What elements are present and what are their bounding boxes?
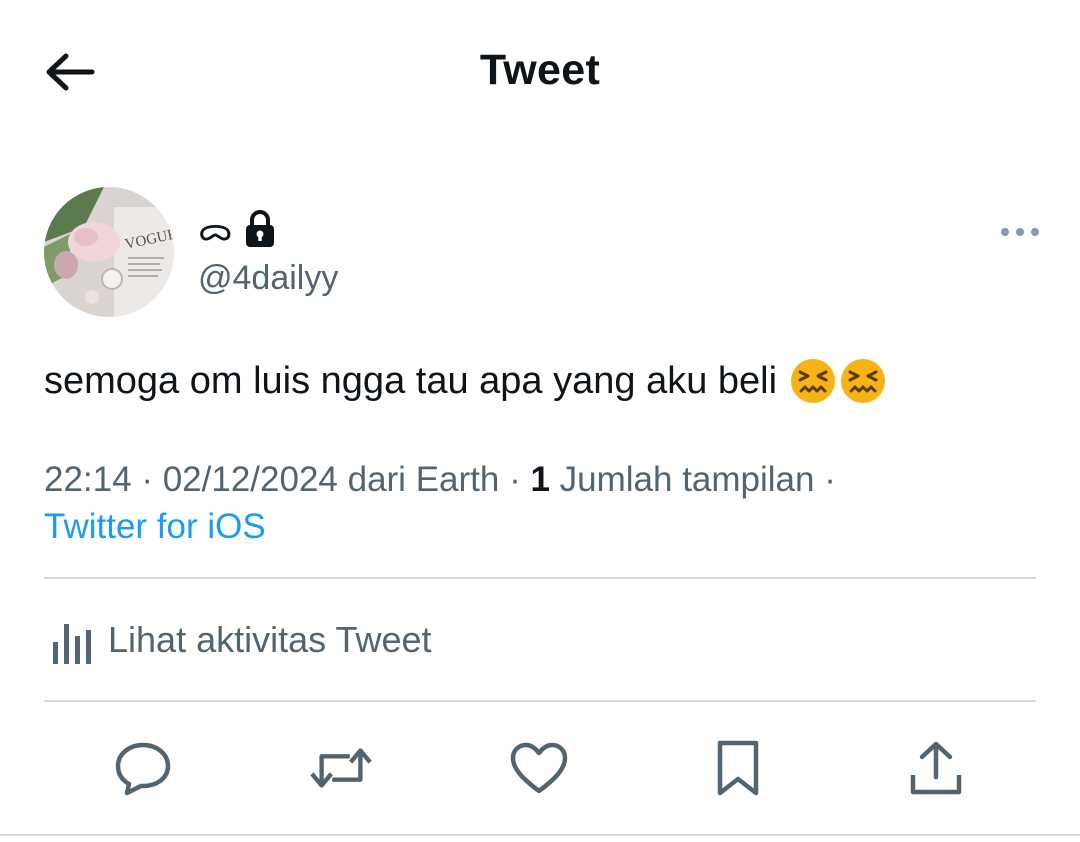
lock-icon bbox=[245, 210, 274, 247]
tweet-time[interactable]: 22:14 bbox=[44, 460, 132, 499]
more-dots-icon bbox=[1001, 228, 1039, 236]
confounded-face-emoji bbox=[791, 359, 836, 403]
share-icon bbox=[910, 741, 962, 795]
top-bar: Tweet bbox=[0, 0, 1080, 150]
bookmark-button[interactable] bbox=[706, 736, 770, 800]
separator: · bbox=[131, 460, 163, 499]
divider bbox=[44, 577, 1036, 579]
avatar-photo: VOGUE bbox=[44, 187, 174, 317]
handle[interactable]: @4dailyy bbox=[198, 259, 338, 298]
reply-button[interactable] bbox=[111, 736, 175, 800]
share-button[interactable] bbox=[904, 736, 968, 800]
view-label: Jumlah tampilan bbox=[549, 460, 815, 499]
display-name-row[interactable]: ᯅ bbox=[198, 205, 277, 253]
separator: · bbox=[499, 460, 531, 499]
more-options-button[interactable] bbox=[990, 214, 1050, 250]
separator: · bbox=[814, 460, 836, 499]
page-title: Tweet bbox=[479, 46, 601, 94]
view-count: 1 bbox=[530, 460, 550, 499]
location-prefix: dari bbox=[337, 460, 416, 499]
tweet-location: Earth bbox=[415, 460, 500, 499]
view-activity-button[interactable]: Lihat aktivitas Tweet bbox=[44, 608, 1036, 672]
bookmark-icon bbox=[717, 740, 759, 796]
divider bbox=[44, 700, 1036, 702]
retweet-button[interactable] bbox=[309, 736, 373, 800]
like-button[interactable] bbox=[507, 736, 571, 800]
activity-label: Lihat aktivitas Tweet bbox=[108, 619, 432, 660]
retweet-icon bbox=[310, 748, 372, 788]
confounded-face-emoji bbox=[841, 359, 886, 403]
bar-chart-icon bbox=[53, 624, 91, 664]
tweet-author: VOGUE ᯅ @4dailyy bbox=[44, 187, 984, 319]
display-name: ᯅ bbox=[198, 210, 233, 248]
tweet-date[interactable]: 02/12/2024 bbox=[163, 460, 338, 499]
heart-icon bbox=[510, 742, 568, 794]
avatar[interactable]: VOGUE bbox=[44, 187, 174, 317]
tweet-meta: 22:14 · 02/12/2024 dari Earth · 1 Jumlah… bbox=[44, 456, 1034, 550]
tweet-text: semoga om luis ngga tau apa yang aku bel… bbox=[44, 356, 887, 406]
source-link[interactable]: Twitter for iOS bbox=[44, 507, 266, 546]
action-bar bbox=[0, 730, 1080, 806]
reply-icon bbox=[115, 742, 171, 796]
bottom-divider bbox=[0, 834, 1080, 836]
tweet-body: semoga om luis ngga tau apa yang aku bel… bbox=[44, 360, 778, 402]
